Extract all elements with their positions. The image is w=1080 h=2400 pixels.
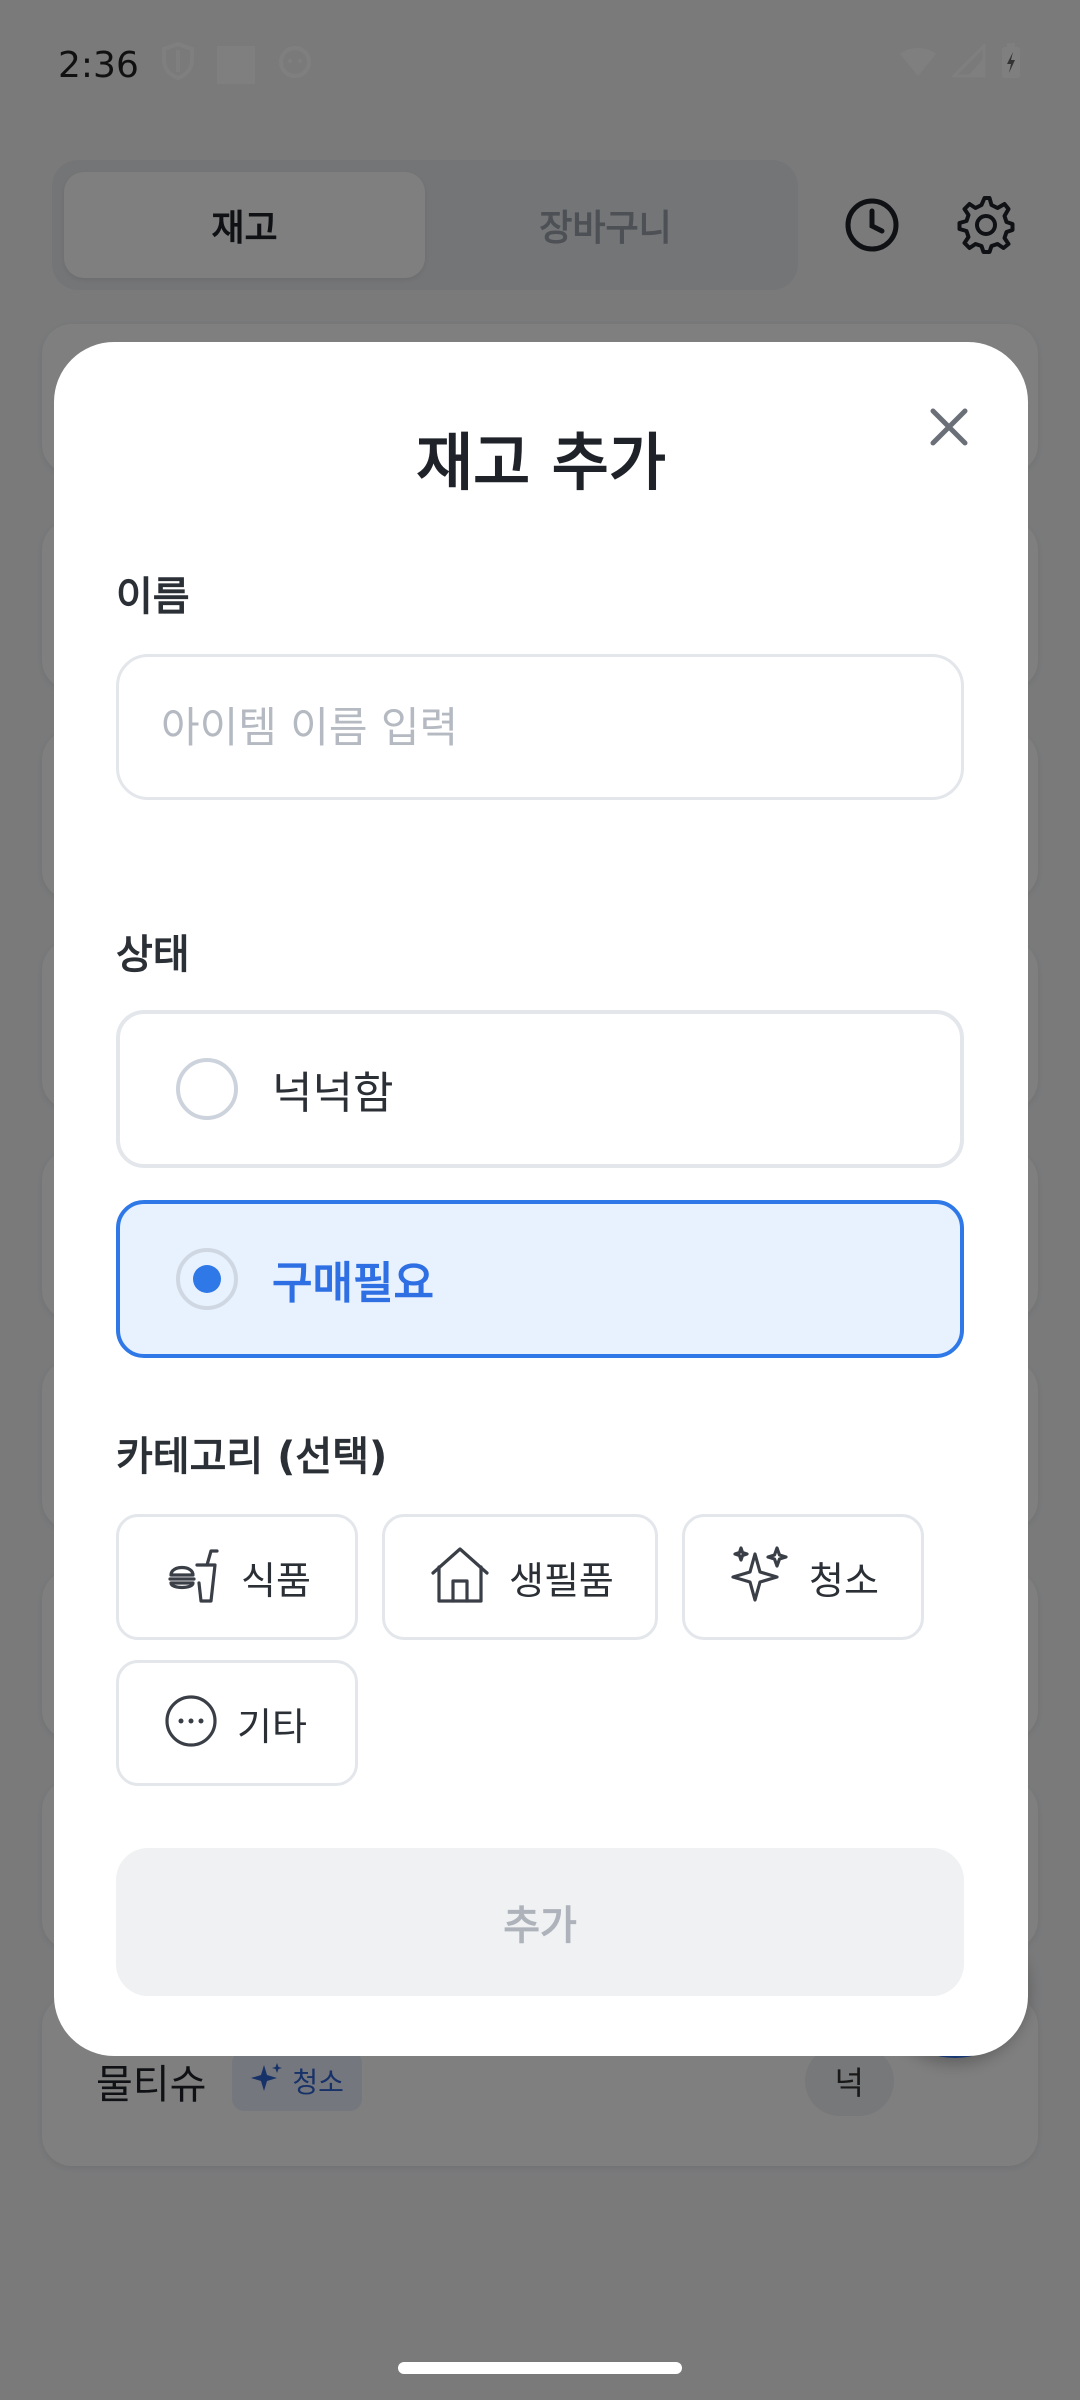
food-icon xyxy=(163,1545,223,1609)
item-name-input[interactable] xyxy=(116,654,964,800)
status-option-label: 구매필요 xyxy=(272,1258,434,1309)
close-icon xyxy=(929,407,969,451)
category-label-text: 기타 xyxy=(237,1704,307,1749)
category-other-button[interactable]: 기타 xyxy=(116,1660,358,1786)
radio-button-selected[interactable] xyxy=(176,1248,238,1310)
more-icon xyxy=(163,1693,219,1753)
house-icon xyxy=(429,1545,491,1609)
category-label-text: 식품 xyxy=(241,1558,311,1603)
add-inventory-dialog: 재고 추가 이름 상태 넉넉함 구매필요 카테고리 (선택) 식품 xyxy=(54,342,1028,2056)
category-label: 카테고리 (선택) xyxy=(116,1434,388,1480)
sparkle-icon xyxy=(729,1544,791,1610)
status-option-label: 넉넉함 xyxy=(272,1068,394,1119)
category-label-text: 생필품 xyxy=(509,1558,614,1603)
radio-button[interactable] xyxy=(176,1058,238,1120)
close-button[interactable] xyxy=(914,394,984,464)
status-option-need-purchase[interactable]: 구매필요 xyxy=(116,1200,964,1358)
status-option-plenty[interactable]: 넉넉함 xyxy=(116,1010,964,1168)
name-label: 이름 xyxy=(116,574,190,620)
gesture-navigation-bar[interactable] xyxy=(398,2362,682,2374)
category-cleaning-button[interactable]: 청소 xyxy=(682,1514,924,1640)
status-label: 상태 xyxy=(116,932,190,978)
category-food-button[interactable]: 식품 xyxy=(116,1514,358,1640)
category-label-text: 청소 xyxy=(809,1558,879,1603)
dialog-title: 재고 추가 xyxy=(416,426,666,499)
add-submit-button[interactable]: 추가 xyxy=(116,1848,964,1996)
category-household-button[interactable]: 생필품 xyxy=(382,1514,658,1640)
